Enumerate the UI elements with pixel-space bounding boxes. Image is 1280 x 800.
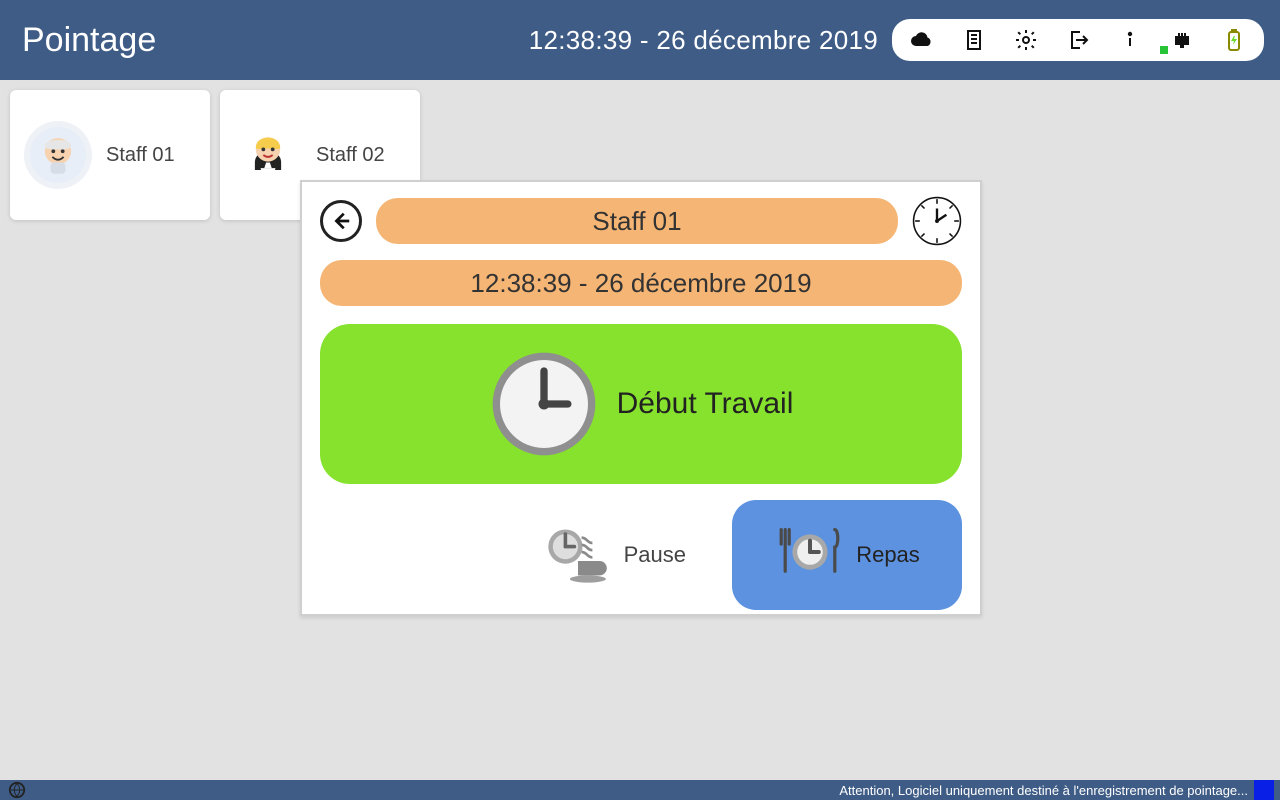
battery-icon <box>1222 28 1246 52</box>
info-icon[interactable] <box>1118 28 1142 52</box>
top-bar: Pointage 12:38:39 - 26 décembre 2019 <box>0 0 1280 80</box>
staff-card[interactable]: Staff 01 <box>10 90 210 220</box>
avatar-waitress-icon <box>234 121 302 189</box>
meal-label: Repas <box>856 542 920 568</box>
popup-header-row: Staff 01 <box>320 196 962 246</box>
pause-button[interactable]: Pause <box>520 500 708 610</box>
staff-name: Staff 02 <box>316 144 385 167</box>
page-title: Pointage <box>22 21 156 60</box>
popup-sub-row: Pause Repas <box>320 500 962 610</box>
footer-message: Attention, Logiciel uniquement destiné à… <box>839 783 1248 798</box>
back-button[interactable] <box>320 200 362 242</box>
footer-bar: Attention, Logiciel uniquement destiné à… <box>0 780 1280 800</box>
footer-accent <box>1254 780 1274 800</box>
status-pill <box>892 19 1264 61</box>
cloud-icon[interactable] <box>910 28 934 52</box>
gear-icon[interactable] <box>1014 28 1038 52</box>
logout-icon[interactable] <box>1066 28 1090 52</box>
top-bar-right: 12:38:39 - 26 décembre 2019 <box>529 19 1264 61</box>
meal-button[interactable]: Repas <box>732 500 962 610</box>
header-datetime: 12:38:39 - 26 décembre 2019 <box>529 25 878 56</box>
avatar-chef-icon <box>24 121 92 189</box>
start-work-label: Début Travail <box>617 387 794 421</box>
staff-name: Staff 01 <box>106 144 175 167</box>
pause-label: Pause <box>624 542 686 568</box>
analog-clock-icon <box>912 196 962 246</box>
clock-icon <box>489 349 599 459</box>
popup-datetime-pill: 12:38:39 - 26 décembre 2019 <box>320 260 962 306</box>
clock-in-popup: Staff 01 12:38:39 - 26 décembre 2019 <box>300 180 982 616</box>
footer-brand-icon <box>8 781 26 799</box>
popup-staff-name-pill: Staff 01 <box>376 198 898 244</box>
meal-icon <box>774 516 846 594</box>
receipt-icon[interactable] <box>962 28 986 52</box>
network-icon <box>1170 28 1194 52</box>
coffee-break-icon <box>542 516 614 594</box>
start-work-button[interactable]: Début Travail <box>320 324 962 484</box>
